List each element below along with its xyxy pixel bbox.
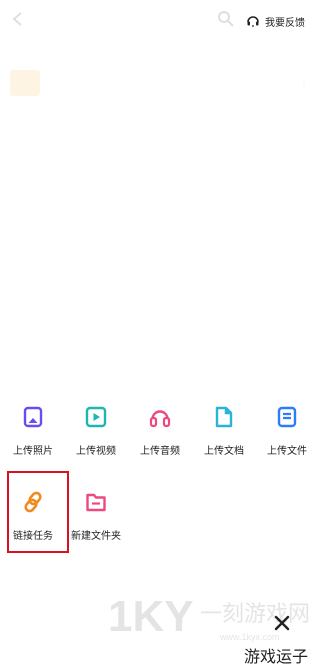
document-icon [215,406,233,428]
upload-document-button[interactable]: 上传文档 [192,400,256,460]
upload-video-button[interactable]: 上传视频 [64,400,128,460]
file-icon [277,406,297,428]
feedback-headset-icon [247,16,259,27]
new-folder-icon [86,493,106,512]
feedback-label: 我要反馈 [265,17,305,29]
upload-video-label: 上传视频 [76,446,116,457]
watermark-forum: 游戏运子 [243,647,308,666]
highlight-box [7,471,69,553]
new-folder-button[interactable]: 新建文件夹 [64,485,128,545]
upload-file-label: 上传文件 [267,446,307,457]
upload-photo-label: 上传照片 [13,446,53,457]
top-bar: 我要反馈 [0,0,320,40]
ghost-file-row: ⋮ [0,64,320,100]
upload-audio-button[interactable]: 上传音频 [128,400,192,460]
upload-file-button[interactable]: 上传文件 [255,400,319,460]
photo-icon [23,406,43,428]
upload-audio-label: 上传音频 [140,446,180,457]
folder-icon [10,70,40,96]
back-arrow-icon[interactable] [8,9,28,29]
video-icon [85,406,107,428]
new-folder-label: 新建文件夹 [71,531,121,542]
background-page: 我要反馈 ⋮ [0,0,320,180]
upload-document-label: 上传文档 [204,446,244,457]
upload-photo-button[interactable]: 上传照片 [1,400,65,460]
watermark-logo: 1KY [108,592,194,641]
audio-icon [149,410,171,428]
more-icon: ⋮ [298,74,310,88]
upload-actions-row: 上传照片 上传视频 上传音频 上传文档 上传文件 [0,400,320,460]
watermark-title: 一刻游戏网 [200,602,311,627]
close-icon[interactable] [271,612,293,634]
search-icon[interactable] [216,9,236,29]
feedback-button[interactable]: 我要反馈 [245,12,305,30]
